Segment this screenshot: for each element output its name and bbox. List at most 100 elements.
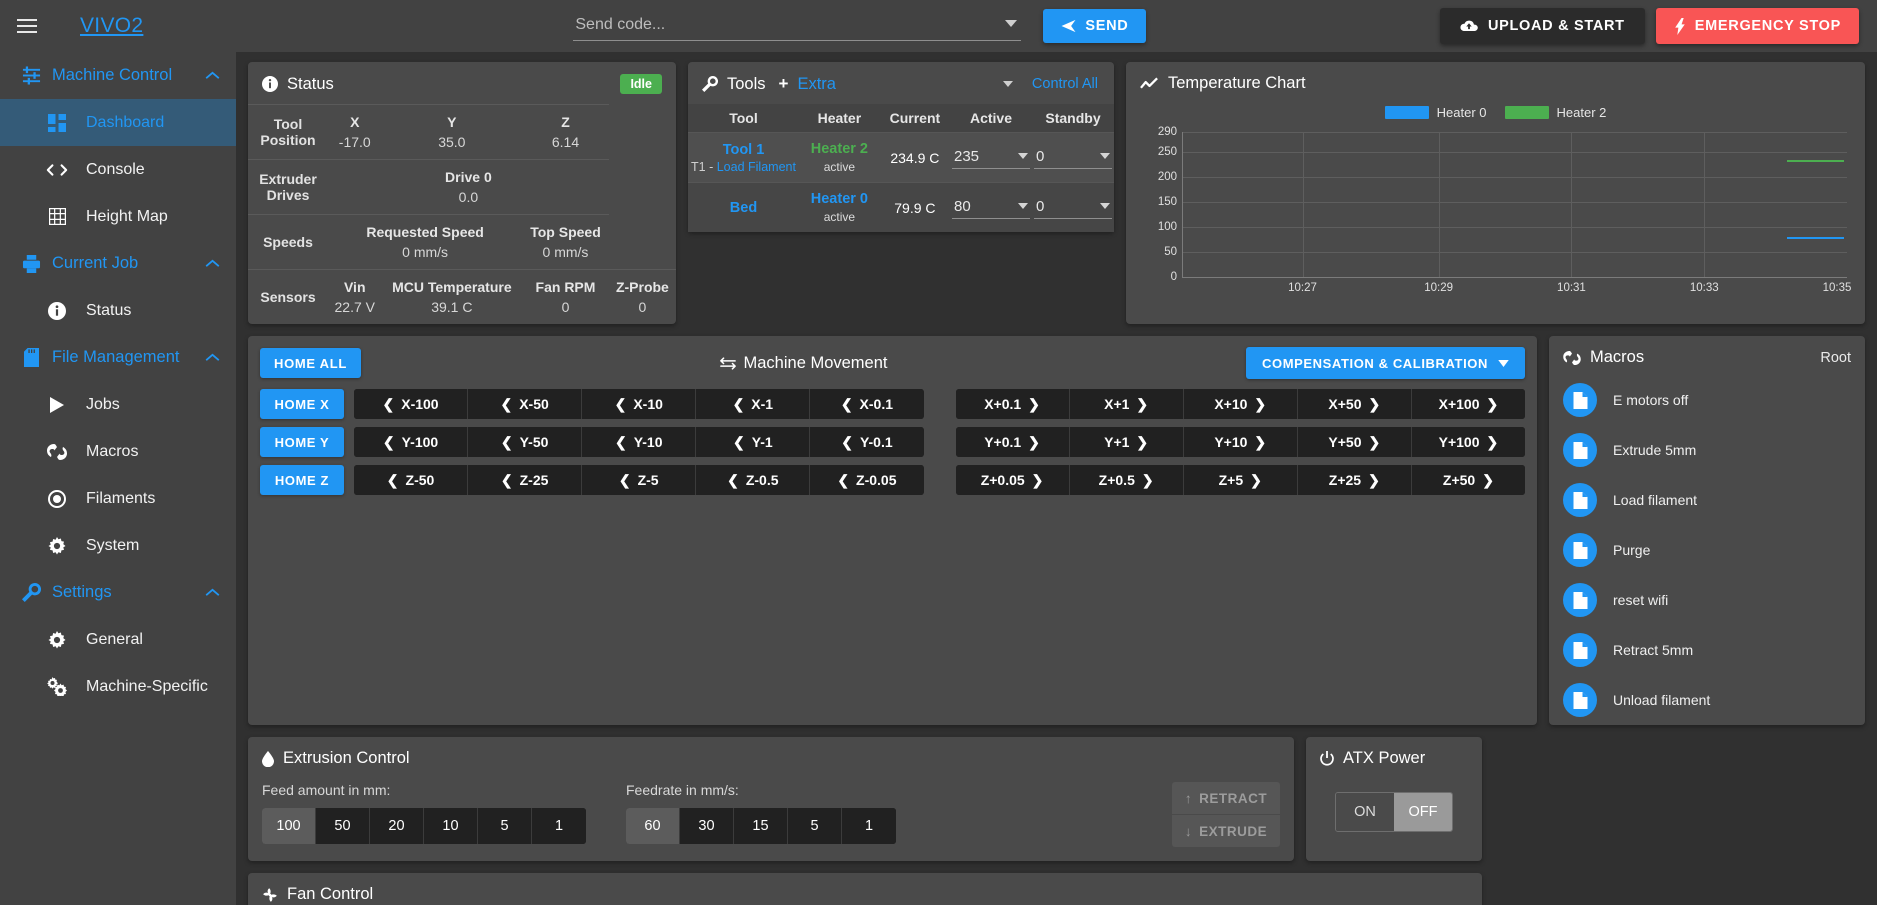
atx-off-button[interactable]: OFF	[1394, 793, 1452, 831]
feedrate-option[interactable]: 1	[842, 808, 896, 844]
tool-name[interactable]: Bed	[690, 200, 797, 216]
add-tool-plus-icon[interactable]: +	[779, 74, 789, 94]
retract-button[interactable]: ↑ RETRACT	[1172, 782, 1280, 814]
feed-amount-option[interactable]: 5	[478, 808, 532, 844]
tools-extra-link[interactable]: Extra	[797, 75, 836, 94]
heater-cell[interactable]: Heater 2 active	[799, 132, 880, 183]
jog-button[interactable]: X+1 ❯	[1069, 389, 1184, 419]
jog-button[interactable]: Y+50 ❯	[1297, 427, 1412, 457]
legend-item[interactable]: Heater 2	[1504, 105, 1606, 120]
sidebar-group-current-job[interactable]: Current Job	[0, 240, 236, 287]
chevron-up-icon[interactable]	[205, 71, 220, 80]
legend-item[interactable]: Heater 0	[1384, 105, 1487, 120]
jog-button[interactable]: X+0.1 ❯	[955, 389, 1070, 419]
feedrate-option[interactable]: 30	[680, 808, 734, 844]
chevron-up-icon[interactable]	[205, 259, 220, 268]
list-item[interactable]: reset wifi	[1549, 575, 1865, 625]
home-x-button[interactable]: HOME X	[260, 389, 344, 419]
jog-button[interactable]: ❮ X-0.1	[810, 389, 924, 419]
hamburger-icon[interactable]	[10, 9, 44, 43]
jog-button[interactable]: ❮ Z-0.5	[696, 465, 811, 495]
chevron-down-icon[interactable]	[1099, 153, 1110, 159]
jog-button[interactable]: X+100 ❯	[1411, 389, 1525, 419]
sidebar-group-file-management[interactable]: File Management	[0, 334, 236, 381]
feedrate-option[interactable]: 15	[734, 808, 788, 844]
sidebar-item-machine-specific[interactable]: Machine-Specific	[0, 663, 236, 710]
chevron-down-icon[interactable]	[1099, 203, 1110, 209]
sidebar-item-status[interactable]: Status	[0, 287, 236, 334]
compensation-calibration-button[interactable]: COMPENSATION & CALIBRATION	[1246, 347, 1525, 379]
sidebar-item-dashboard[interactable]: Dashboard	[0, 99, 236, 146]
heater-name[interactable]: Heater 0	[801, 191, 878, 207]
feedrate-option[interactable]: 60	[626, 808, 680, 844]
jog-button[interactable]: Z+0.05 ❯	[955, 465, 1070, 495]
sidebar-item-height-map[interactable]: Height Map	[0, 193, 236, 240]
upload-and-start-button[interactable]: UPLOAD & START	[1439, 8, 1645, 44]
standby-temp-cell[interactable]	[1031, 182, 1114, 232]
jog-button[interactable]: ❮ X-100	[354, 389, 469, 419]
jog-button[interactable]: X+50 ❯	[1297, 389, 1412, 419]
jog-button[interactable]: Z+50 ❯	[1411, 465, 1525, 495]
tool-cell[interactable]: Tool 1 T1 - Load Filament	[688, 132, 799, 183]
jog-button[interactable]: ❮ Z-25	[468, 465, 583, 495]
control-all-link[interactable]: Control All	[1032, 76, 1098, 92]
list-item[interactable]: Unload filament	[1549, 675, 1865, 725]
jog-button[interactable]: ❮ Z-0.05	[810, 465, 924, 495]
sidebar-item-console[interactable]: Console	[0, 146, 236, 193]
jog-button[interactable]: ❮ Y-1	[696, 427, 811, 457]
sidebar-item-jobs[interactable]: Jobs	[0, 381, 236, 428]
heater-cell[interactable]: Heater 0 active	[799, 182, 880, 232]
chevron-up-icon[interactable]	[205, 588, 220, 597]
list-item[interactable]: Retract 5mm	[1549, 625, 1865, 675]
emergency-stop-button[interactable]: EMERGENCY STOP	[1655, 8, 1859, 44]
list-item[interactable]: Extrude 5mm	[1549, 425, 1865, 475]
home-y-button[interactable]: HOME Y	[260, 427, 344, 457]
standby-temp-cell[interactable]	[1031, 132, 1114, 183]
jog-button[interactable]: ❮ X-1	[696, 389, 811, 419]
send-code-field[interactable]	[573, 11, 1022, 41]
chevron-up-icon[interactable]	[205, 353, 220, 362]
jog-button[interactable]: ❮ X-10	[582, 389, 697, 419]
send-button[interactable]: SEND	[1043, 9, 1147, 43]
sidebar-group-settings[interactable]: Settings	[0, 569, 236, 616]
jog-button[interactable]: ❮ Y-50	[468, 427, 583, 457]
sidebar-item-macros[interactable]: Macros	[0, 428, 236, 475]
feed-amount-option[interactable]: 50	[316, 808, 370, 844]
brand-title[interactable]: VIVO2	[80, 14, 143, 38]
heater-name[interactable]: Heater 2	[801, 141, 878, 157]
jog-button[interactable]: Y+1 ❯	[1069, 427, 1184, 457]
jog-button[interactable]: ❮ Z-5	[582, 465, 697, 495]
jog-button[interactable]: ❮ Y-100	[354, 427, 469, 457]
list-item[interactable]: E motors off	[1549, 375, 1865, 425]
jog-button[interactable]: ❮ Z-50	[354, 465, 469, 495]
tool-name[interactable]: Tool 1	[690, 142, 797, 158]
tool-cell[interactable]: Bed	[688, 182, 799, 232]
chevron-down-icon[interactable]	[1017, 153, 1028, 159]
feed-amount-option[interactable]: 1	[532, 808, 586, 844]
home-all-button[interactable]: HOME ALL	[260, 348, 361, 378]
jog-button[interactable]: Y+10 ❯	[1183, 427, 1298, 457]
chevron-down-icon[interactable]	[1017, 203, 1028, 209]
jog-button[interactable]: Z+5 ❯	[1183, 465, 1298, 495]
jog-button[interactable]: Y+100 ❯	[1411, 427, 1525, 457]
sidebar-group-machine-control[interactable]: Machine Control	[0, 52, 236, 99]
atx-on-button[interactable]: ON	[1336, 793, 1394, 831]
sidebar-item-system[interactable]: System	[0, 522, 236, 569]
active-temp-cell[interactable]	[949, 182, 1032, 232]
chevron-down-icon[interactable]	[1002, 81, 1013, 87]
macros-root-breadcrumb[interactable]: Root	[1820, 350, 1851, 366]
active-temp-cell[interactable]	[949, 132, 1032, 183]
jog-button[interactable]: Y+0.1 ❯	[955, 427, 1070, 457]
jog-button[interactable]: ❮ Y-0.1	[810, 427, 924, 457]
feedrate-option[interactable]: 5	[788, 808, 842, 844]
sidebar-item-general[interactable]: General	[0, 616, 236, 663]
jog-button[interactable]: Z+25 ❯	[1297, 465, 1412, 495]
home-z-button[interactable]: HOME Z	[260, 465, 344, 495]
feed-amount-option[interactable]: 10	[424, 808, 478, 844]
list-item[interactable]: Purge	[1549, 525, 1865, 575]
extrude-button[interactable]: ↓ EXTRUDE	[1172, 815, 1280, 847]
list-item[interactable]: Load filament	[1549, 475, 1865, 525]
chevron-down-icon[interactable]	[1005, 19, 1018, 27]
jog-button[interactable]: X+10 ❯	[1183, 389, 1298, 419]
feed-amount-option[interactable]: 20	[370, 808, 424, 844]
